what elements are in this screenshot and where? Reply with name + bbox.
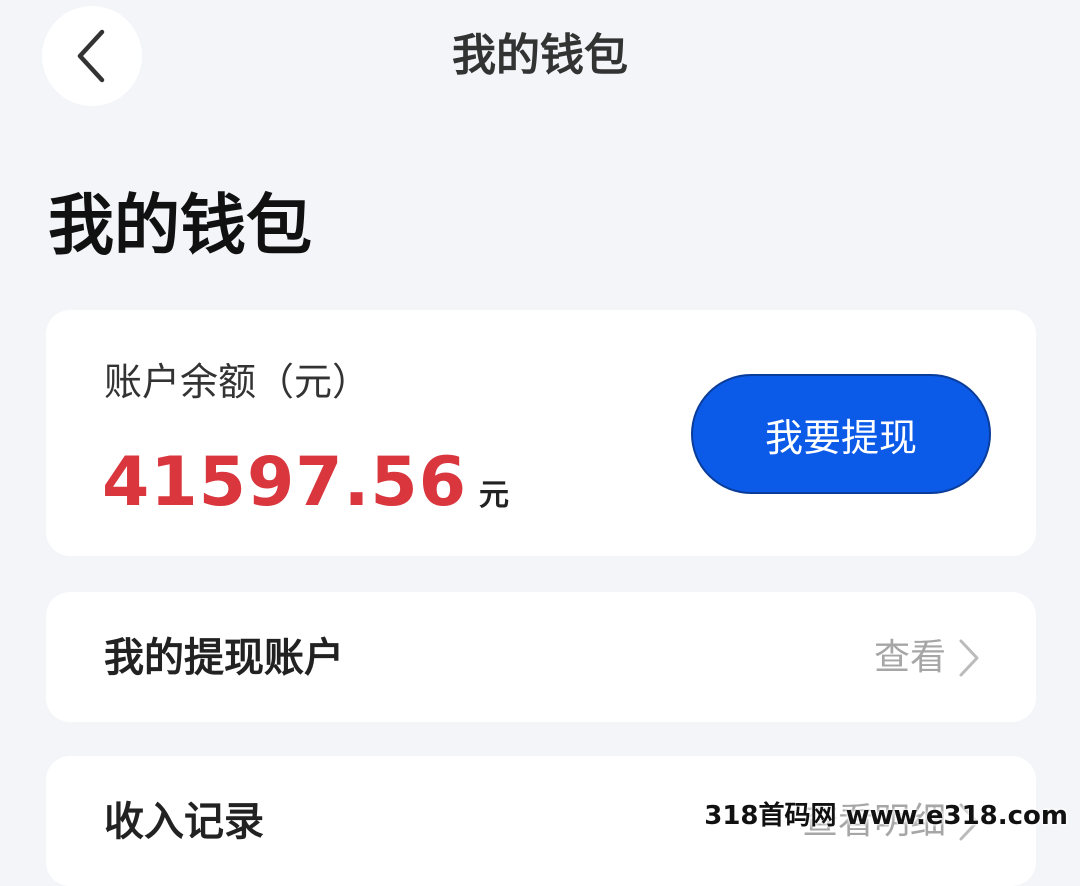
withdraw-account-label: 我的提现账户 — [104, 635, 344, 681]
income-record-label: 收入记录 — [104, 799, 264, 845]
balance-unit: 元 — [479, 478, 510, 513]
withdraw-button[interactable]: 我要提现 — [691, 374, 991, 494]
view-account-text: 查看 — [873, 637, 946, 678]
nav-bar: 我的钱包 — [0, 0, 1080, 110]
balance-row: 41597.56 元 — [102, 438, 509, 528]
balance-label: 账户余额（元） — [104, 360, 371, 404]
balance-card: 账户余额（元） 41597.56 元 我要提现 — [46, 310, 1036, 556]
nav-title: 我的钱包 — [452, 30, 628, 81]
page-title: 我的钱包 — [48, 187, 312, 264]
balance-amount: 41597.56 — [102, 443, 468, 522]
view-account-link[interactable]: 查看 — [874, 632, 980, 684]
chevron-right-icon — [959, 639, 979, 677]
withdraw-account-row[interactable]: 我的提现账户 查看 — [46, 592, 1036, 722]
watermark: 318首码网 www.e318.com — [704, 801, 1068, 831]
